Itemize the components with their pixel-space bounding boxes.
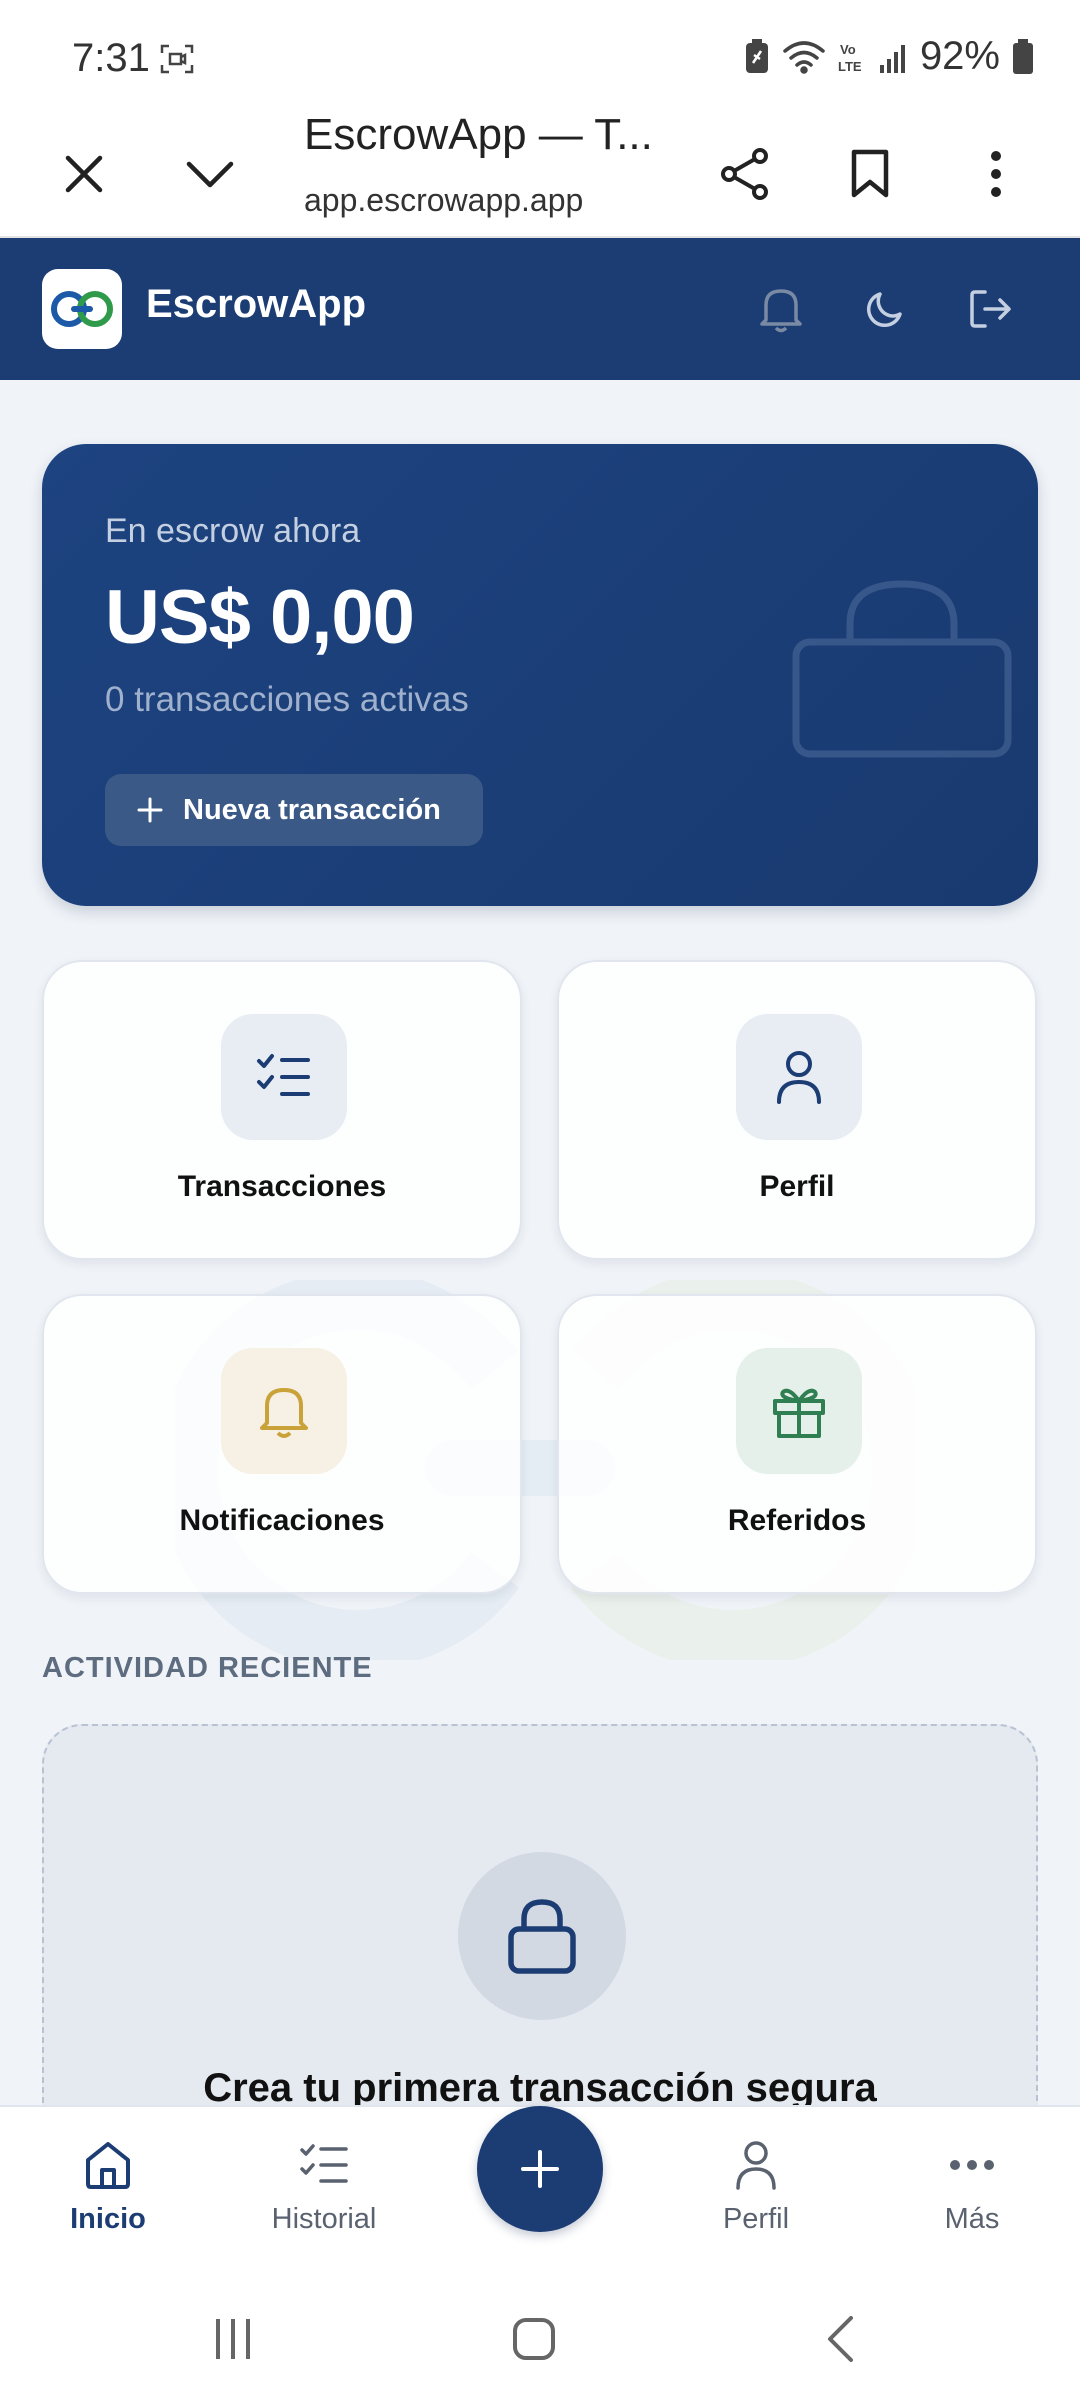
tile-notifications[interactable]: Notificaciones <box>42 1294 522 1594</box>
escrow-balance-card: En escrow ahora US$ 0,00 0 transacciones… <box>42 444 1038 906</box>
browser-toolbar: EscrowApp — T... app.escrowapp.app <box>0 110 1080 238</box>
status-bar: 7:31 Vo LTE 92% <box>0 0 1080 110</box>
browser-menu-button[interactable] <box>954 132 1038 216</box>
volte-icon: Vo LTE <box>838 42 862 74</box>
nav-item-home[interactable]: Inicio <box>8 2135 208 2255</box>
tile-label: Notificaciones <box>179 1504 385 1537</box>
tile-referrals[interactable]: Referidos <box>557 1294 1037 1594</box>
logout-button[interactable] <box>958 276 1024 342</box>
tile-label: Referidos <box>727 1504 867 1537</box>
nav-label: Más <box>944 2203 1000 2235</box>
lock-icon <box>458 1852 626 2020</box>
battery-percent: 92% <box>919 34 1000 78</box>
plus-icon <box>137 797 163 823</box>
back-button[interactable] <box>800 2309 880 2369</box>
page-url[interactable]: app.escrowapp.app <box>304 182 583 219</box>
svg-text:Vo: Vo <box>840 42 856 57</box>
more-horizontal-icon <box>872 2135 1072 2195</box>
empty-state-card: Crea tu primera transacción segura <box>42 1724 1038 2105</box>
system-navigation-bar <box>0 2273 1080 2400</box>
page-title: EscrowApp — T... <box>304 110 653 159</box>
new-transaction-label: Nueva transacción <box>183 793 441 826</box>
close-tab-button[interactable] <box>42 132 126 216</box>
bookmark-button[interactable] <box>828 132 912 216</box>
battery-saver-icon <box>745 38 768 73</box>
list-check-icon <box>224 2135 424 2195</box>
wifi-icon <box>783 40 825 74</box>
bookmark-icon <box>851 149 889 198</box>
home-icon <box>8 2135 208 2195</box>
status-icons: Vo LTE 92% <box>744 34 1034 79</box>
nav-item-more[interactable]: Más <box>872 2135 1072 2255</box>
status-time: 7:31 <box>72 36 150 80</box>
user-icon <box>736 1014 862 1140</box>
nav-label: Perfil <box>722 2203 790 2235</box>
nav-item-profile[interactable]: Perfil <box>656 2135 856 2255</box>
balance-label: En escrow ahora <box>105 512 361 550</box>
tile-transactions[interactable]: Transacciones <box>42 960 522 1260</box>
new-transaction-fab[interactable] <box>477 2106 603 2232</box>
empty-state-title: Crea tu primera transacción segura <box>203 2066 877 2105</box>
gift-icon <box>736 1348 862 1474</box>
tile-label: Perfil <box>759 1170 835 1203</box>
svg-text:LTE: LTE <box>838 59 862 74</box>
close-icon <box>65 155 103 193</box>
nav-label: Historial <box>271 2203 377 2235</box>
chevron-left-icon <box>828 2316 853 2362</box>
signal-icon <box>879 44 905 73</box>
notifications-button[interactable] <box>748 276 814 342</box>
screen-record-icon <box>160 44 194 74</box>
more-vertical-icon <box>991 151 1001 197</box>
tile-profile[interactable]: Perfil <box>557 960 1037 1260</box>
chevron-down-icon <box>186 161 234 188</box>
main-content[interactable]: En escrow ahora US$ 0,00 0 transacciones… <box>0 380 1080 2105</box>
recent-activity-heading: ACTIVIDAD RECIENTE <box>42 1652 373 1684</box>
home-button[interactable] <box>494 2309 574 2369</box>
tile-label: Transacciones <box>177 1170 387 1203</box>
app-header: EscrowApp <box>0 238 1080 380</box>
escrow-logo-icon <box>51 291 113 327</box>
user-icon <box>656 2135 856 2195</box>
battery-icon <box>1013 38 1033 74</box>
bell-icon <box>221 1348 347 1474</box>
bell-icon <box>760 289 802 333</box>
new-transaction-button[interactable]: Nueva transacción <box>105 774 483 846</box>
dark-mode-toggle[interactable] <box>852 276 918 342</box>
recent-apps-icon <box>216 2319 250 2359</box>
lock-icon <box>792 580 1012 758</box>
active-transactions-count: 0 transacciones activas <box>105 680 469 719</box>
share-button[interactable] <box>703 132 787 216</box>
logout-icon <box>970 290 1011 328</box>
balance-amount: US$ 0,00 <box>105 575 415 660</box>
nav-item-history[interactable]: Historial <box>224 2135 424 2255</box>
home-square-icon <box>513 2318 555 2360</box>
nav-label: Inicio <box>70 2203 146 2235</box>
moon-icon <box>866 292 902 328</box>
recent-apps-button[interactable] <box>193 2309 273 2369</box>
list-check-icon <box>221 1014 347 1140</box>
app-logo[interactable] <box>42 269 122 349</box>
minimize-tab-button[interactable] <box>168 132 252 216</box>
share-icon <box>721 148 768 200</box>
plus-icon <box>521 2150 559 2188</box>
app-name: EscrowApp <box>146 282 367 326</box>
